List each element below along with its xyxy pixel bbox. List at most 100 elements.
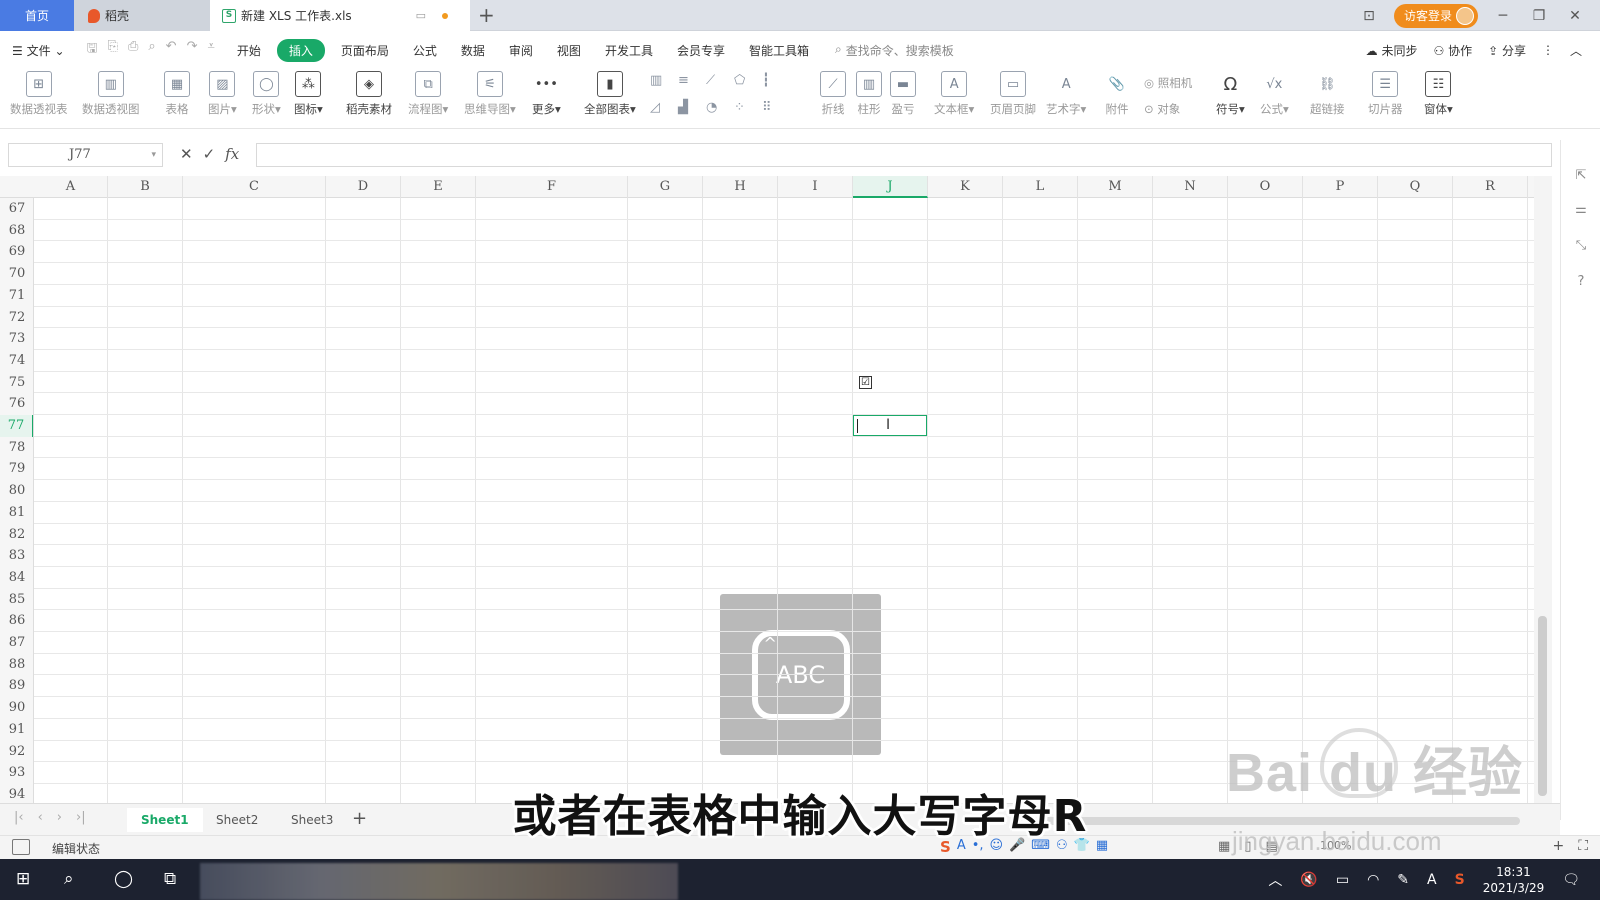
active-cell-j77[interactable]: I (852, 414, 928, 437)
task-view-icon[interactable]: ⧉ (164, 869, 176, 889)
equation-button[interactable]: √x 公式▾ (1260, 71, 1289, 117)
windows-start-icon[interactable]: ⊞ (16, 869, 30, 889)
print-icon[interactable]: ⎙ (128, 39, 138, 61)
flowchart-button[interactable]: ⧉ 流程图▾ (408, 71, 448, 117)
row-header-80[interactable]: 80 (0, 480, 33, 502)
more-options-icon[interactable]: ⋮ (1542, 43, 1554, 57)
notification-icon[interactable]: 🗨 (1562, 872, 1580, 888)
resize-icon[interactable]: ⤡ (1573, 238, 1589, 254)
all-charts-button[interactable]: ▮ 全部图表▾ (584, 71, 636, 117)
stock-chart-icon[interactable]: ┇ (762, 73, 790, 88)
row-header-90[interactable]: 90 (0, 697, 33, 719)
attachment-button[interactable]: 📎 附件 (1104, 71, 1130, 117)
column-header-k[interactable]: K (928, 176, 1003, 198)
redo-icon[interactable]: ↷ (187, 39, 198, 61)
pinned-apps-blurred[interactable] (200, 863, 678, 900)
formula-input[interactable] (256, 143, 1552, 167)
row-header-89[interactable]: 89 (0, 675, 33, 697)
row-header-87[interactable]: 87 (0, 632, 33, 654)
menu-insert[interactable]: 插入 (276, 38, 325, 62)
visitor-login-button[interactable]: 访客登录 (1393, 3, 1478, 28)
menu-page-layout[interactable]: 页面布局 (329, 42, 401, 59)
vertical-scroll-thumb[interactable] (1538, 616, 1547, 796)
row-header-84[interactable]: 84 (0, 567, 33, 589)
column-header-j[interactable]: J (853, 176, 928, 198)
column-header-o[interactable]: O (1228, 176, 1303, 198)
cancel-formula-button[interactable]: ✕ (180, 145, 193, 163)
ime-indicator[interactable]: A (1427, 872, 1437, 888)
window-layout-icon[interactable]: ⊡ (1358, 8, 1380, 24)
undo-icon[interactable]: ↶ (166, 39, 177, 61)
area-chart-icon[interactable]: ◿ (650, 100, 678, 115)
combo-chart-icon[interactable]: ▟ (678, 100, 706, 115)
symbol-button[interactable]: Ω 符号▾ (1216, 71, 1245, 117)
name-box[interactable]: J77 (8, 143, 163, 167)
shape-button[interactable]: ◯ 形状▾ (252, 71, 281, 117)
row-header-81[interactable]: 81 (0, 502, 33, 524)
column-header-l[interactable]: L (1003, 176, 1078, 198)
new-tab-button[interactable]: + (478, 3, 495, 27)
collab-button[interactable]: ⚇ 协作 (1433, 42, 1472, 59)
menu-view[interactable]: 视图 (545, 42, 593, 59)
collapse-ribbon-icon[interactable]: ︿ (1570, 42, 1582, 59)
column-header-p[interactable]: P (1303, 176, 1378, 198)
bar-chart-h-icon[interactable]: ≡ (678, 73, 706, 88)
save-icon[interactable]: 🖫 (87, 39, 98, 61)
restore-button[interactable]: ❐ (1528, 8, 1550, 24)
column-header-a[interactable]: A (34, 176, 108, 198)
column-header-m[interactable]: M (1078, 176, 1153, 198)
insert-function-button[interactable]: fx (225, 145, 239, 163)
pivot-table-button[interactable]: ⊞ 数据透视表 (10, 71, 68, 117)
sparkline-winloss-button[interactable]: ▬ 盈亏 (890, 71, 916, 117)
row-header-68[interactable]: 68 (0, 220, 33, 242)
row-header-75[interactable]: 75 (0, 372, 33, 394)
pivot-chart-button[interactable]: ▥ 数据透视图 (82, 71, 140, 117)
tab-current-file[interactable]: S 新建 XLS 工作表.xls ▭ (210, 0, 470, 31)
close-button[interactable]: ✕ (1564, 8, 1586, 24)
row-header-70[interactable]: 70 (0, 263, 33, 285)
sparkline-column-button[interactable]: ▥ 柱形 (856, 71, 882, 117)
select-pointer-icon[interactable]: ⇱ (1573, 168, 1589, 184)
command-search[interactable]: ⌕ 查找命令、搜索模板 (821, 42, 954, 59)
menu-developer[interactable]: 开发工具 (593, 42, 665, 59)
row-header-85[interactable]: 85 (0, 589, 33, 611)
column-header-d[interactable]: D (326, 176, 401, 198)
row-header-77[interactable]: 77 (0, 415, 33, 437)
monitor-icon[interactable]: ▭ (416, 9, 426, 22)
wordart-button[interactable]: A 艺术字▾ (1046, 71, 1086, 117)
row-header-76[interactable]: 76 (0, 393, 33, 415)
tab-daoke[interactable]: 稻壳 (74, 0, 210, 31)
share-button[interactable]: ⇪ 分享 (1488, 42, 1526, 59)
print-preview-icon[interactable]: ⌕ (148, 39, 155, 61)
menu-smart-tools[interactable]: 智能工具箱 (737, 42, 821, 59)
battery-icon[interactable]: ▭ (1336, 872, 1349, 888)
column-header-n[interactable]: N (1153, 176, 1228, 198)
radar-chart-icon[interactable]: ⬠ (734, 73, 762, 88)
row-header-91[interactable]: 91 (0, 719, 33, 741)
clock[interactable]: 18:31 2021/3/29 (1483, 864, 1545, 896)
cell-grid[interactable]: ☑ I ^ ABC (34, 198, 1534, 803)
sogou-tray-icon[interactable]: S (1455, 872, 1465, 888)
column-header-r[interactable]: R (1453, 176, 1528, 198)
row-header-86[interactable]: 86 (0, 610, 33, 632)
row-header-67[interactable]: 67 (0, 198, 33, 220)
wifi-icon[interactable]: ◠ (1367, 872, 1379, 888)
table-button[interactable]: ▦ 表格 (164, 71, 190, 117)
export-icon[interactable]: ⎘ (108, 39, 118, 61)
help-icon[interactable]: ? (1573, 274, 1589, 290)
menu-start[interactable]: 开始 (225, 42, 273, 59)
pen-icon[interactable]: ✎ (1397, 872, 1409, 888)
column-header-c[interactable]: C (183, 176, 326, 198)
menu-member[interactable]: 会员专享 (665, 42, 737, 59)
file-menu[interactable]: ☰ 文件 ⌄ (0, 42, 77, 59)
row-header-69[interactable]: 69 (0, 241, 33, 263)
volume-icon[interactable]: 🔇 (1300, 872, 1317, 888)
row-header-72[interactable]: 72 (0, 307, 33, 329)
cortana-icon[interactable]: ◯ (114, 869, 133, 889)
picture-button[interactable]: ▨ 图片▾ (208, 71, 237, 117)
row-header-79[interactable]: 79 (0, 458, 33, 480)
scatter-chart-icon[interactable]: ⁘ (734, 100, 762, 115)
hyperlink-button[interactable]: ⛓ 超链接 (1310, 71, 1345, 117)
column-header-i[interactable]: I (778, 176, 853, 198)
daoke-material-button[interactable]: ◈ 稻壳素材 (346, 71, 392, 117)
